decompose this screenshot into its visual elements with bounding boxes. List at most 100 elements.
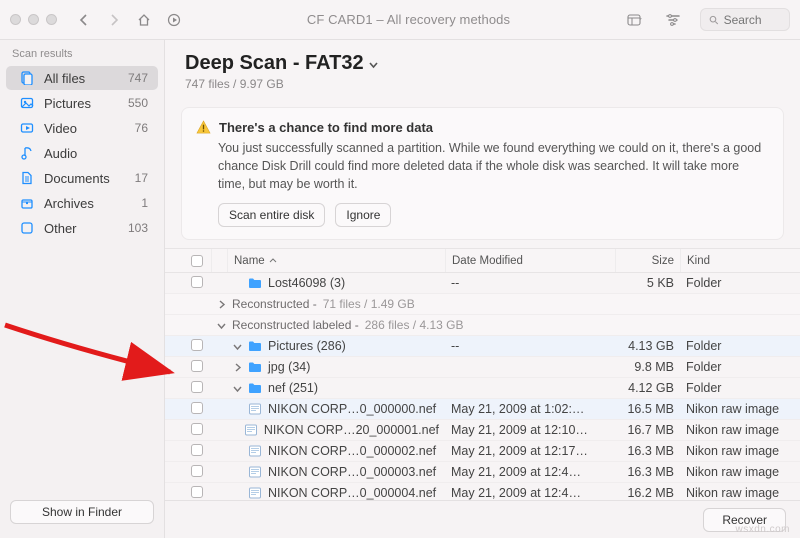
file-kind: Nikon raw image — [680, 423, 800, 437]
file-name: NIKON CORP…0_000002.nef — [268, 444, 436, 458]
main-panel: Deep Scan - FAT32 747 files / 9.97 GB Th… — [165, 40, 800, 538]
sidebar-item-label: Archives — [44, 196, 94, 211]
file-icon — [244, 424, 258, 436]
view-options-button[interactable] — [624, 9, 646, 31]
file-icon — [248, 487, 262, 499]
row-checkbox[interactable] — [191, 444, 203, 456]
column-date[interactable]: Date Modified — [445, 249, 615, 272]
file-size: 4.12 GB — [615, 381, 680, 395]
disclosure-icon[interactable] — [233, 342, 242, 351]
disclosure-icon[interactable] — [233, 363, 242, 372]
column-name[interactable]: Name — [227, 249, 445, 272]
sidebar-list: All files747Pictures550Video76AudioDocum… — [0, 65, 164, 492]
disclosure-icon[interactable] — [217, 321, 226, 330]
sidebar-item-video[interactable]: Video76 — [6, 116, 158, 140]
file-name: nef (251) — [268, 381, 318, 395]
file-name: NIKON CORP…0_000004.nef — [268, 486, 436, 500]
file-size: 16.3 MB — [615, 444, 680, 458]
sidebar-item-count: 103 — [128, 221, 148, 235]
row-checkbox[interactable] — [191, 465, 203, 477]
row-checkbox[interactable] — [191, 402, 203, 414]
sidebar-item-archives[interactable]: Archives1 — [6, 191, 158, 215]
select-all-checkbox[interactable] — [191, 255, 203, 267]
row-checkbox[interactable] — [191, 486, 203, 498]
file-kind: Folder — [680, 360, 800, 374]
home-button[interactable] — [133, 9, 155, 31]
sidebar-item-audio[interactable]: Audio — [6, 141, 158, 165]
file-date: May 21, 2009 at 12:4… — [445, 486, 615, 500]
footer: Recover wsxdn.com — [165, 500, 800, 538]
table-row[interactable]: NIKON CORP…0_000000.nefMay 21, 2009 at 1… — [165, 399, 800, 420]
column-kind[interactable]: Kind — [680, 249, 800, 272]
sidebar-item-documents[interactable]: Documents 17 — [6, 166, 158, 190]
table-row[interactable]: Lost46098 (3)--5 KBFolder — [165, 273, 800, 294]
file-kind: Nikon raw image — [680, 465, 800, 479]
file-kind: Nikon raw image — [680, 486, 800, 500]
file-size: 4.13 GB — [615, 339, 680, 353]
column-size[interactable]: Size — [615, 249, 680, 272]
row-checkbox[interactable] — [191, 276, 203, 288]
search-field[interactable] — [700, 8, 790, 31]
file-date: -- — [445, 339, 615, 353]
file-kind: Nikon raw image — [680, 444, 800, 458]
file-date: -- — [445, 276, 615, 290]
sidebar-heading: Scan results — [0, 40, 164, 65]
table-row[interactable]: jpg (34) 9.8 MBFolder — [165, 357, 800, 378]
file-size: 16.2 MB — [615, 486, 680, 500]
disclosure-icon[interactable] — [233, 384, 242, 393]
forward-button[interactable] — [103, 9, 125, 31]
back-button[interactable] — [73, 9, 95, 31]
results-title[interactable]: Deep Scan - FAT32 — [185, 52, 780, 75]
warning-icon — [196, 120, 211, 135]
ignore-button[interactable]: Ignore — [335, 203, 391, 227]
chevron-down-icon — [368, 59, 379, 70]
audio-icon — [20, 146, 36, 160]
table-group[interactable]: Reconstructed - 71 files / 1.49 GB — [165, 294, 800, 315]
row-checkbox[interactable] — [191, 381, 203, 393]
sort-asc-icon — [269, 257, 277, 265]
row-checkbox[interactable] — [191, 360, 203, 372]
sidebar-item-label: All files — [44, 71, 85, 86]
table-row[interactable]: nef (251)4.12 GBFolder — [165, 378, 800, 399]
window-controls — [10, 14, 57, 25]
titlebar: CF CARD1 – All recovery methods — [0, 0, 800, 40]
file-name: NIKON CORP…20_000001.nef — [264, 423, 439, 437]
filter-button[interactable] — [662, 9, 684, 31]
file-name: NIKON CORP…0_000003.nef — [268, 465, 436, 479]
group-label: Reconstructed labeled - — [232, 318, 359, 332]
sidebar: Scan results All files747Pictures550Vide… — [0, 40, 165, 538]
row-checkbox[interactable] — [191, 339, 203, 351]
row-checkbox[interactable] — [191, 423, 203, 435]
disclosure-icon[interactable] — [217, 300, 226, 309]
sidebar-item-label: Pictures — [44, 96, 91, 111]
sidebar-item-other[interactable]: Other103 — [6, 216, 158, 240]
search-input[interactable] — [724, 13, 781, 27]
table-row[interactable]: Pictures (286)--4.13 GBFolder — [165, 336, 800, 357]
file-size: 9.8 MB — [615, 360, 680, 374]
table-row[interactable]: NIKON CORP…0_000004.nef May 21, 2009 at 1… — [165, 483, 800, 500]
show-in-finder-button[interactable]: Show in Finder — [10, 500, 154, 524]
sidebar-item-files[interactable]: All files747 — [6, 66, 158, 90]
table-row[interactable]: NIKON CORP…20_000001.nefMay 21, 2009 at … — [165, 420, 800, 441]
table-row[interactable]: NIKON CORP…0_000002.nefMay 21, 2009 at 1… — [165, 441, 800, 462]
close-window-icon[interactable] — [10, 14, 21, 25]
table-row[interactable]: NIKON CORP…0_000003.nefMay 21, 2009 at 1… — [165, 462, 800, 483]
results-subtitle: 747 files / 9.97 GB — [185, 77, 780, 91]
table-group[interactable]: Reconstructed labeled - 286 files / 4.13… — [165, 315, 800, 336]
file-date: May 21, 2009 at 1:02:… — [445, 402, 615, 416]
file-kind: Folder — [680, 276, 800, 290]
file-table: Name Date Modified Size Kind Lost46098 (… — [165, 248, 800, 500]
scan-button[interactable] — [163, 9, 185, 31]
file-name: jpg (34) — [268, 360, 310, 374]
minimize-window-icon[interactable] — [28, 14, 39, 25]
table-body[interactable]: Lost46098 (3)--5 KBFolderReconstructed -… — [165, 273, 800, 500]
sidebar-item-count: 17 — [135, 171, 148, 185]
archives-icon — [20, 196, 36, 210]
sidebar-item-pictures[interactable]: Pictures550 — [6, 91, 158, 115]
file-size: 5 KB — [615, 276, 680, 290]
scan-entire-disk-button[interactable]: Scan entire disk — [218, 203, 325, 227]
pictures-icon — [20, 96, 36, 110]
sidebar-item-label: Documents — [44, 171, 110, 186]
file-icon — [248, 403, 262, 415]
zoom-window-icon[interactable] — [46, 14, 57, 25]
